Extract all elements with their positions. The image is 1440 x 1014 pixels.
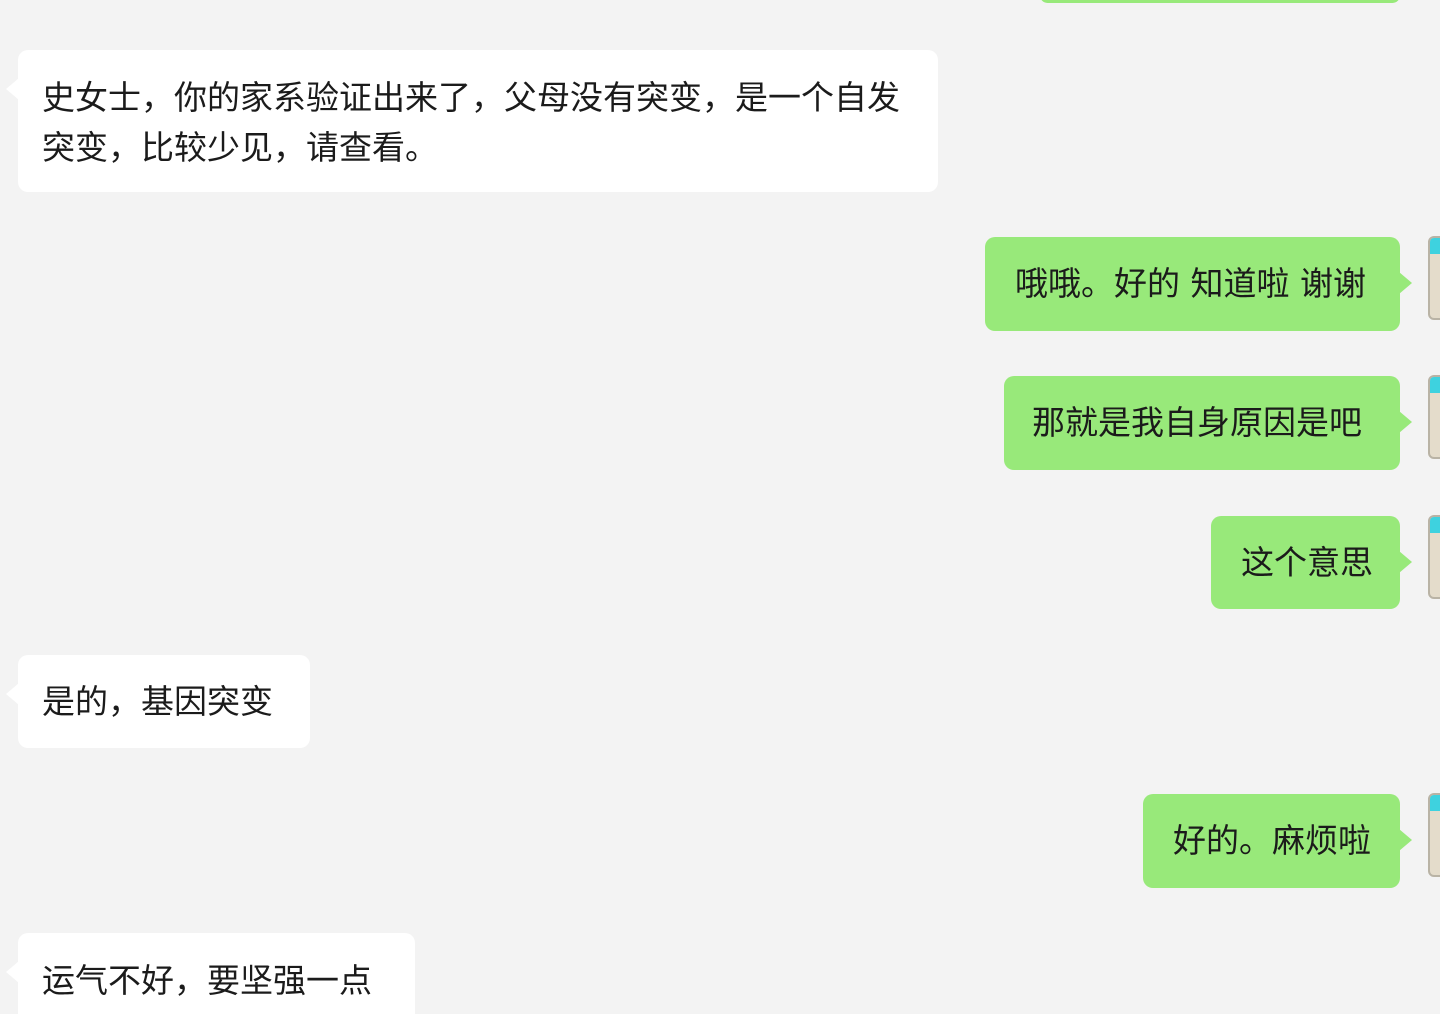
message-text: 那就是我自身原因是吧 [1032,403,1362,442]
message-bubble-incoming[interactable]: 运气不好，要坚强一点 [6,933,415,1014]
message-bubble-incoming[interactable]: 是的，基因突变 [6,655,310,748]
message-text: 运气不好，要坚强一点 [42,961,372,1000]
chat-message-list[interactable]: 史女士，你的家系验证出来了，父母没有突变，是一个自发突变，比较少见，请查看。 哦… [0,0,1440,1014]
message-text: 这个意思 [1241,543,1373,582]
message-bubble-outgoing[interactable]: 那就是我自身原因是吧 [1004,376,1412,470]
message-text: 史女士，你的家系验证出来了，父母没有突变，是一个自发突变，比较少见，请查看。 [42,78,900,167]
user-avatar[interactable] [1428,375,1440,459]
user-avatar[interactable] [1428,236,1440,320]
user-avatar[interactable] [1428,793,1440,877]
user-avatar[interactable] [1428,515,1440,599]
message-bubble-outgoing[interactable]: 好的。麻烦啦 [1143,794,1412,888]
message-text: 是的，基因突变 [42,682,273,721]
message-bubble-outgoing[interactable]: 哦哦。好的 知道啦 谢谢 [985,237,1412,331]
message-bubble-incoming[interactable]: 史女士，你的家系验证出来了，父母没有突变，是一个自发突变，比较少见，请查看。 [6,50,938,192]
message-bubble-outgoing[interactable]: 这个意思 [1211,516,1412,609]
message-text: 哦哦。好的 知道啦 谢谢 [1015,264,1366,303]
previous-outgoing-bubble-edge [1040,0,1400,3]
message-text: 好的。麻烦啦 [1173,821,1371,860]
